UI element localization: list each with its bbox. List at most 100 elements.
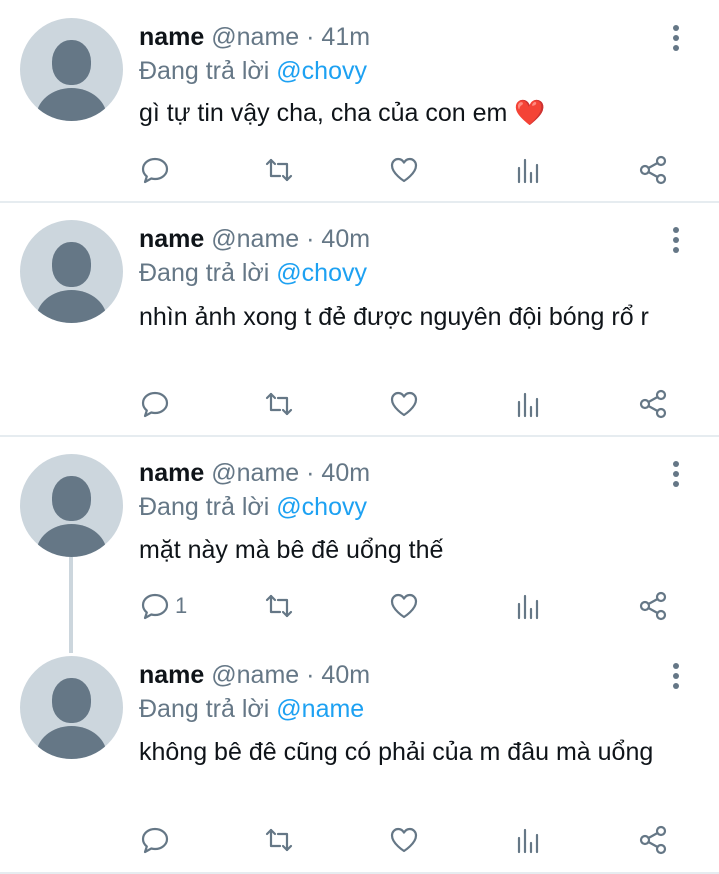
reply-button[interactable] [139, 152, 175, 188]
tweet[interactable]: name @name · 40m Đang trả lời @chovy mặt… [0, 437, 719, 653]
reply-button[interactable] [139, 822, 175, 858]
more-options-button[interactable] [664, 223, 688, 257]
analytics-icon [517, 594, 539, 620]
more-options-button[interactable] [664, 21, 688, 55]
retweet-button[interactable] [263, 588, 295, 624]
retweet-icon [265, 594, 293, 618]
avatar-body-shape [36, 88, 107, 121]
separator-dot: · [306, 661, 315, 689]
more-vertical-icon [673, 45, 679, 51]
analytics-button[interactable] [513, 588, 545, 624]
timestamp[interactable]: 40m [321, 459, 370, 487]
reply-mention-link[interactable]: @name [276, 695, 364, 723]
share-button[interactable] [637, 822, 669, 858]
thread-connector-line [69, 557, 73, 653]
reply-mention-link[interactable]: @chovy [276, 57, 367, 85]
heart-emoji: ❤️ [514, 99, 546, 127]
tweet-header: name @name · 41m [139, 22, 370, 52]
separator-dot: · [306, 23, 315, 51]
like-button[interactable] [388, 152, 420, 188]
reply-prefix: Đang trả lời [139, 493, 270, 521]
reply-count: 1 [175, 593, 188, 618]
comment-icon [141, 391, 169, 418]
user-handle: @name [211, 459, 300, 487]
more-vertical-icon [673, 461, 679, 467]
heart-icon [390, 157, 418, 183]
tweet-header: name @name · 40m [139, 224, 370, 254]
avatar[interactable] [20, 656, 123, 759]
replying-to: Đang trả lời @chovy [139, 258, 367, 288]
reply-mention-link[interactable]: @chovy [276, 493, 367, 521]
user-handle: @name [211, 225, 300, 253]
heart-icon [390, 593, 418, 619]
comment-icon [141, 827, 169, 854]
timestamp[interactable]: 40m [321, 661, 370, 689]
comment-icon [141, 593, 169, 620]
timestamp[interactable]: 40m [321, 225, 370, 253]
like-button[interactable] [388, 822, 420, 858]
user-handle: @name [211, 661, 300, 689]
more-vertical-icon [673, 247, 679, 253]
tweet-text: không bê đê cũng có phải của m đâu mà uổ… [139, 738, 654, 766]
share-icon [639, 825, 667, 855]
timestamp[interactable]: 41m [321, 23, 370, 51]
replying-to: Đang trả lời @name [139, 694, 364, 724]
replying-to: Đang trả lời @chovy [139, 56, 367, 86]
analytics-button[interactable] [513, 152, 545, 188]
reply-button[interactable] [139, 386, 175, 422]
avatar-body-shape [36, 726, 107, 759]
tweet-text: gì tự tin vậy cha, cha của con em ❤️ [139, 96, 699, 130]
avatar-head-shape [52, 242, 91, 287]
more-vertical-icon [673, 471, 679, 477]
tweet-text-content: gì tự tin vậy cha, cha của con em [139, 99, 508, 127]
reply-prefix: Đang trả lời [139, 57, 270, 85]
retweet-button[interactable] [263, 822, 295, 858]
avatar[interactable] [20, 18, 123, 121]
analytics-icon [517, 158, 539, 184]
more-options-button[interactable] [664, 659, 688, 693]
analytics-button[interactable] [513, 386, 545, 422]
replying-to: Đang trả lời @chovy [139, 492, 367, 522]
share-button[interactable] [637, 152, 669, 188]
share-button[interactable] [637, 588, 669, 624]
more-options-button[interactable] [664, 457, 688, 491]
display-name[interactable]: name [139, 661, 204, 689]
reply-mention-link[interactable]: @chovy [276, 259, 367, 287]
analytics-icon [517, 828, 539, 854]
more-vertical-icon [673, 35, 679, 41]
tweet-header: name @name · 40m [139, 660, 370, 690]
separator-dot: · [306, 459, 315, 487]
reply-button[interactable]: 1 [139, 588, 187, 624]
avatar[interactable] [20, 454, 123, 557]
display-name[interactable]: name [139, 225, 204, 253]
reply-prefix: Đang trả lời [139, 259, 270, 287]
reply-prefix: Đang trả lời [139, 695, 270, 723]
avatar-body-shape [36, 524, 107, 557]
more-vertical-icon [673, 237, 679, 243]
avatar[interactable] [20, 220, 123, 323]
retweet-button[interactable] [263, 152, 295, 188]
tweet-text: nhìn ảnh xong t đẻ được nguyên đội bóng … [139, 303, 649, 331]
tweet[interactable]: name @name · 40m Đang trả lời @chovy nhì… [0, 203, 719, 437]
like-button[interactable] [388, 588, 420, 624]
tweet[interactable]: name @name · 41m Đang trả lời @chovy gì … [0, 0, 719, 202]
retweet-icon [265, 158, 293, 182]
retweet-icon [265, 828, 293, 852]
display-name[interactable]: name [139, 23, 204, 51]
share-icon [639, 389, 667, 419]
more-vertical-icon [673, 683, 679, 689]
more-vertical-icon [673, 227, 679, 233]
analytics-icon [517, 392, 539, 418]
retweet-button[interactable] [263, 386, 295, 422]
share-button[interactable] [637, 386, 669, 422]
tweet[interactable]: name @name · 40m Đang trả lời @name khôn… [0, 651, 719, 874]
like-button[interactable] [388, 386, 420, 422]
avatar-head-shape [52, 40, 91, 85]
tweet-text: mặt này mà bê đê uổng thế [139, 536, 444, 564]
user-handle: @name [211, 23, 300, 51]
analytics-button[interactable] [513, 822, 545, 858]
share-icon [639, 155, 667, 185]
separator-dot: · [306, 225, 315, 253]
comment-icon [141, 157, 169, 184]
display-name[interactable]: name [139, 459, 204, 487]
